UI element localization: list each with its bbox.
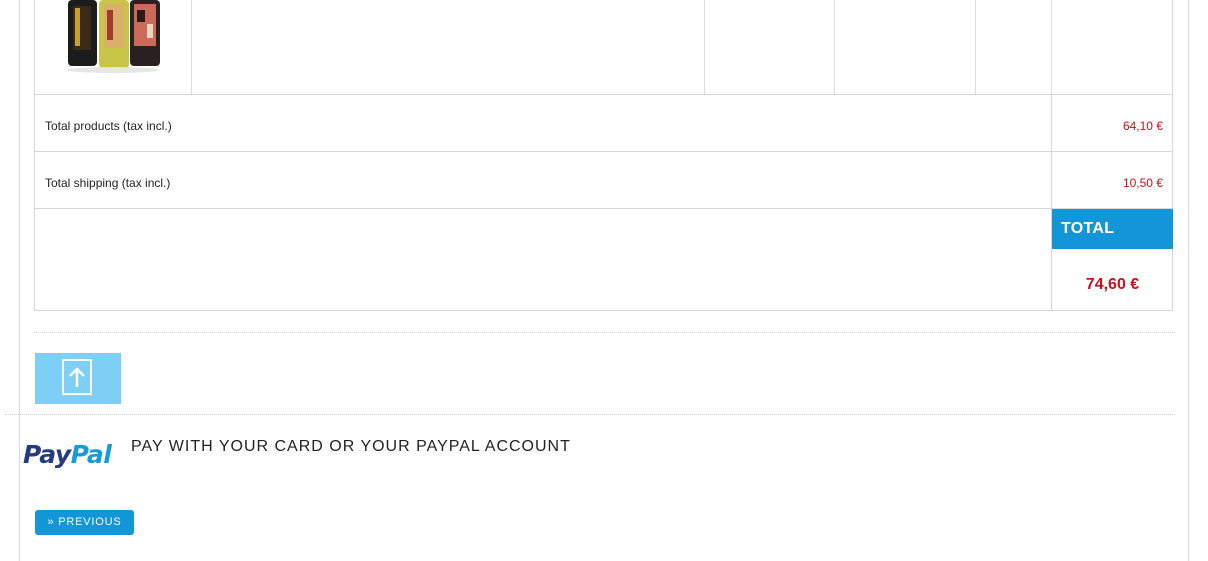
bottle-label-art <box>107 10 113 40</box>
bottle-label-art <box>137 10 145 22</box>
total-products-label: Total products (tax incl.) <box>45 119 172 133</box>
arrow-up-icon <box>62 359 92 395</box>
divider <box>5 414 1173 415</box>
paypal-payment-option[interactable]: PAY WITH YOUR CARD OR YOUR PAYPAL ACCOUN… <box>131 438 571 456</box>
bottle-label-stripe <box>75 8 80 46</box>
cart-summary-table: Total products (tax incl.) 64,10 € Total… <box>34 0 1173 311</box>
paypal-logo[interactable]: PayPal <box>23 440 112 469</box>
frame-border-right <box>1188 0 1189 561</box>
total-shipping-cell: 10,50 € <box>1051 152 1173 208</box>
wine-bottles-image <box>67 0 160 73</box>
total-shipping-row: Total shipping (tax incl.) 10,50 € <box>35 152 1172 209</box>
previous-button[interactable]: » PREVIOUS <box>35 510 134 535</box>
paypal-logo-part2: Pal <box>70 440 112 469</box>
divider <box>34 332 1173 333</box>
product-row <box>35 0 1172 95</box>
total-shipping-value: 10,50 € <box>1122 176 1163 190</box>
grand-total-row: TOTAL 74,60 € <box>35 209 1173 310</box>
column-divider <box>704 0 705 94</box>
frame-border-left <box>19 0 20 561</box>
product-image[interactable] <box>35 0 191 94</box>
column-divider <box>1051 0 1052 94</box>
paypal-logo-part1: Pay <box>23 440 71 469</box>
total-products-value: 64,10 € <box>1122 119 1163 133</box>
total-heading: TOTAL <box>1052 209 1173 249</box>
column-divider <box>834 0 835 94</box>
grand-total-cell: TOTAL 74,60 € <box>1051 209 1173 310</box>
bottle-label-art <box>147 24 153 38</box>
column-divider <box>975 0 976 94</box>
scroll-to-top-button[interactable] <box>35 353 121 404</box>
total-products-row: Total products (tax incl.) 64,10 € <box>35 95 1172 152</box>
bottle-shadow <box>67 67 159 73</box>
column-divider <box>191 0 192 94</box>
total-shipping-label: Total shipping (tax incl.) <box>45 176 171 190</box>
total-products-cell: 64,10 € <box>1051 95 1173 151</box>
total-amount: 74,60 € <box>1085 276 1140 293</box>
